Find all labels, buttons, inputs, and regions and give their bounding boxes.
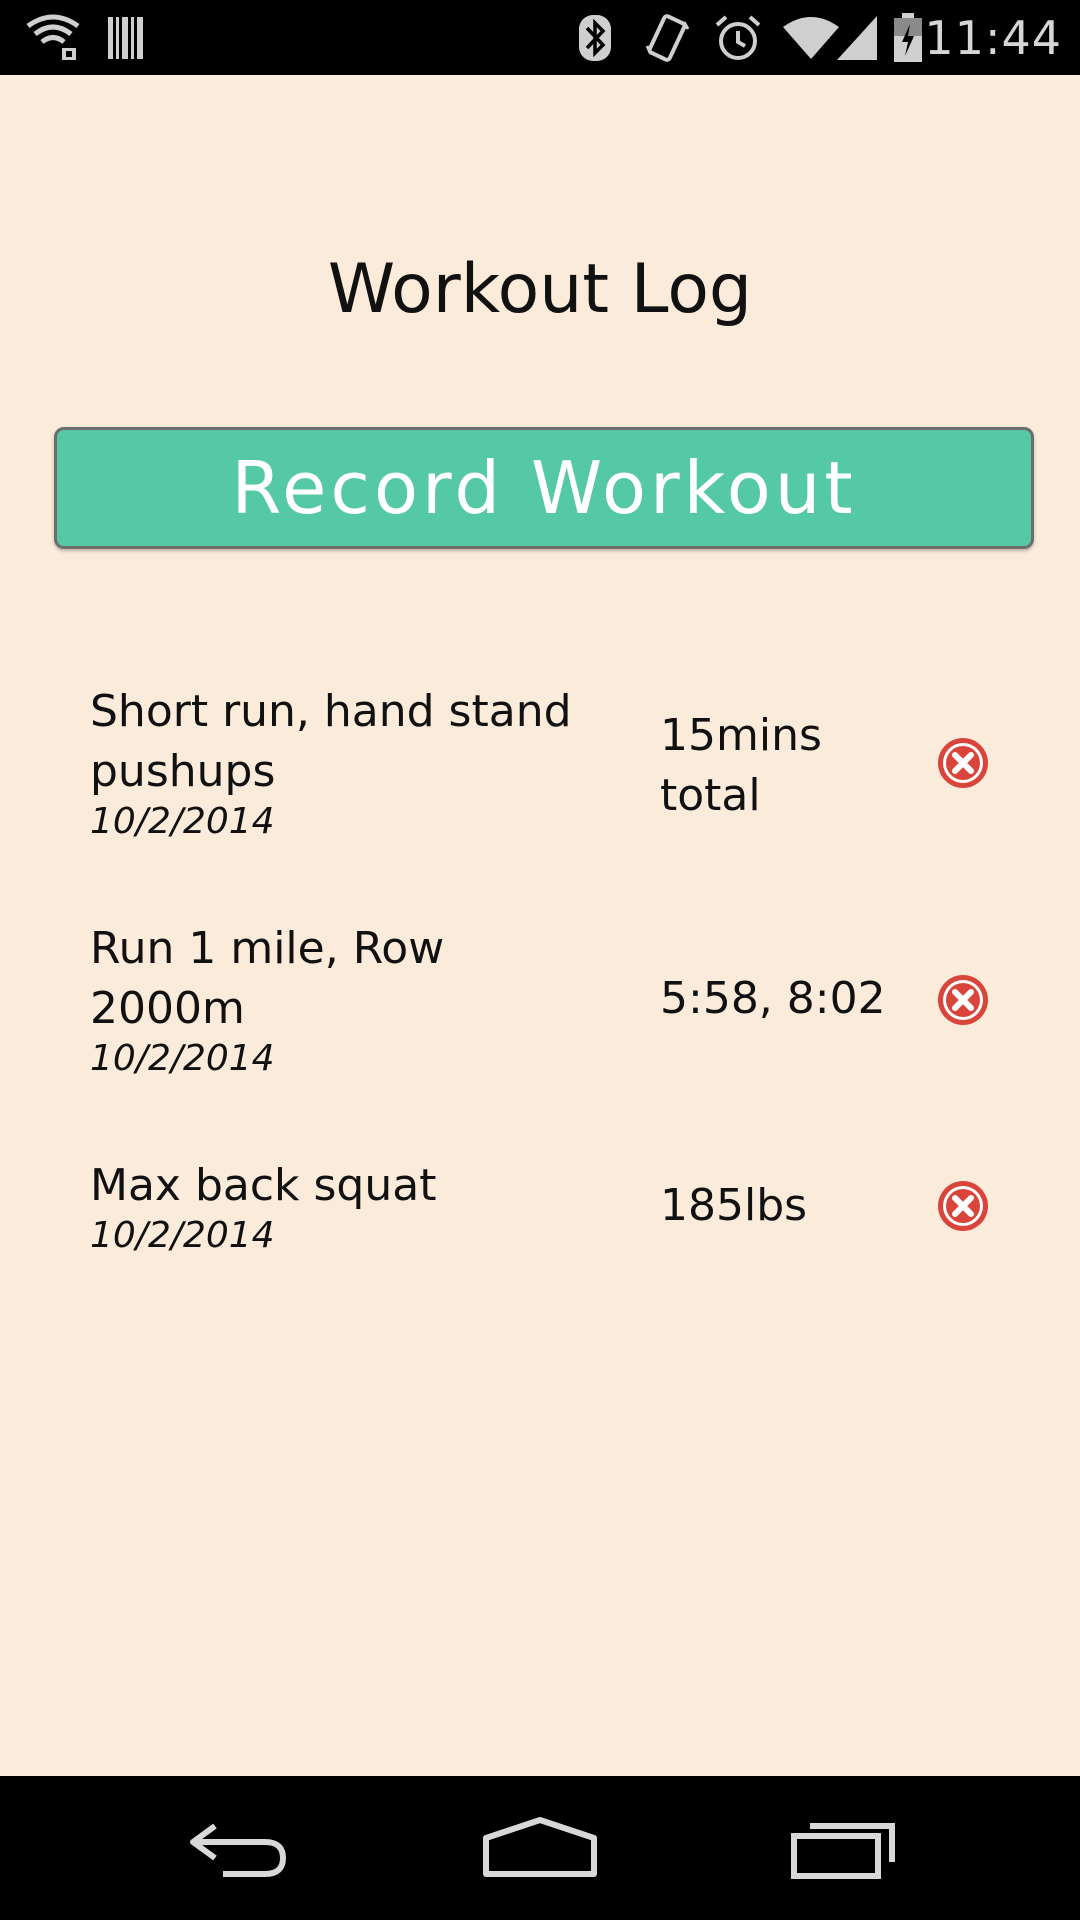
delete-button[interactable] <box>936 736 990 790</box>
home-icon <box>483 1817 597 1877</box>
page-title: Workout Log <box>327 250 753 329</box>
list-item: Short run, hand stand pushups 10/2/2014 … <box>0 670 1080 870</box>
barcode-icon <box>104 10 148 66</box>
home-button[interactable] <box>460 1798 620 1898</box>
recent-apps-icon <box>791 1823 895 1879</box>
record-workout-button[interactable]: Record Workout <box>54 427 1034 549</box>
list-item: Max back squat 10/2/2014 185lbs <box>0 1144 1080 1274</box>
workout-description: Run 1 mile, Row 2000m <box>90 923 445 1034</box>
workout-description: Short run, hand stand pushups <box>90 686 572 797</box>
workout-result: 185lbs <box>660 1180 808 1231</box>
bluetooth-icon <box>574 10 616 66</box>
delete-button[interactable] <box>936 973 990 1027</box>
alarm-icon <box>712 10 764 66</box>
status-bar: 11:44 <box>0 0 1080 75</box>
navigation-bar <box>0 1776 1080 1920</box>
wifi-lock-icon <box>22 10 84 66</box>
workout-result: 5:58, 8:02 <box>660 973 886 1024</box>
wifi-icon <box>780 10 842 66</box>
delete-button[interactable] <box>936 1179 990 1233</box>
back-icon <box>190 1823 287 1877</box>
workout-description: Max back squat <box>90 1160 437 1211</box>
status-time: 11:44 <box>924 11 1062 65</box>
vibrate-icon <box>640 10 694 66</box>
workout-result: 15mins total <box>660 710 822 821</box>
close-circle-icon <box>938 1181 988 1231</box>
close-circle-icon <box>938 738 988 788</box>
list-item: Run 1 mile, Row 2000m 10/2/2014 5:58, 8:… <box>0 907 1080 1107</box>
workout-date: 10/2/2014 <box>90 801 275 842</box>
battery-icon <box>890 10 926 66</box>
close-circle-icon <box>938 975 988 1025</box>
cell-signal-icon <box>834 10 880 66</box>
recent-apps-button[interactable] <box>764 1798 924 1898</box>
back-button[interactable] <box>160 1798 320 1898</box>
workout-date: 10/2/2014 <box>90 1215 275 1256</box>
workout-date: 10/2/2014 <box>90 1038 275 1079</box>
